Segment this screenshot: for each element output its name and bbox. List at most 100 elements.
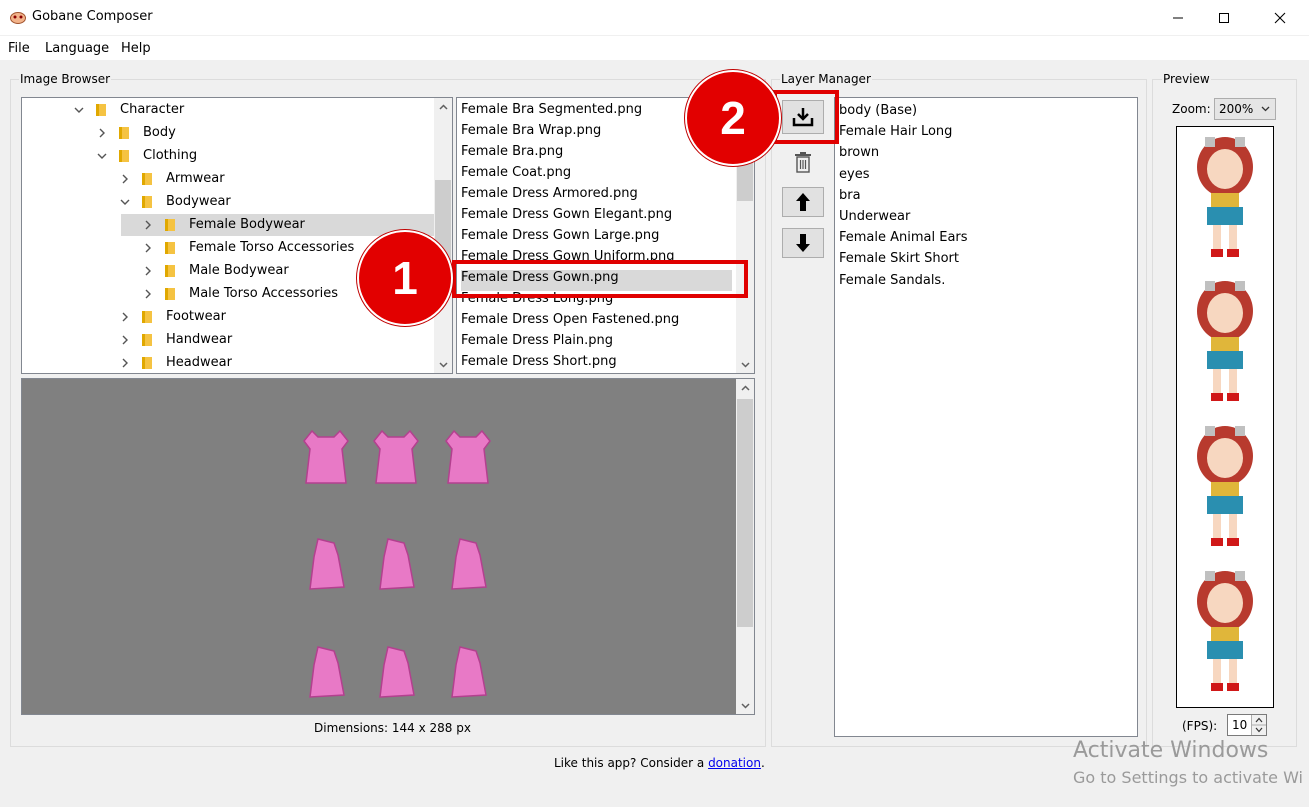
layer-list[interactable]: body (Base) Female Hair Long brown eyes bra U… [834,97,1138,737]
scroll-down-icon[interactable] [434,356,452,373]
folder-icon [165,242,175,254]
layer-list-item[interactable]: Female Skirt Short [839,251,959,266]
chevron-right-icon[interactable] [120,358,130,368]
chevron-right-icon[interactable] [120,335,130,345]
stepper-arrows-icon [1252,717,1266,733]
layer-list-item[interactable]: Female Hair Long [839,124,952,139]
tree-scrollbar[interactable] [434,98,452,373]
maximize-button[interactable] [1201,0,1247,35]
chevron-right-icon[interactable] [120,174,130,184]
chevron-right-icon[interactable] [143,266,153,276]
file-list-item[interactable]: Female Bra Segmented.png [461,102,642,123]
callout-highlight-2 [773,90,839,144]
chevron-right-icon[interactable] [143,243,153,253]
file-list-item[interactable]: Female Bra.png [461,144,563,165]
layer-list-item[interactable]: body (Base) [839,103,917,118]
move-layer-down-button[interactable] [782,228,824,258]
menu-help[interactable]: Help [121,41,151,56]
folder-icon [119,150,129,162]
callout-badge-1: 1 [357,230,453,326]
dress-sprite-frame [379,538,415,590]
minimize-button[interactable] [1155,0,1201,35]
tree-item[interactable]: Body [22,122,432,144]
scroll-up-icon[interactable] [736,379,754,396]
dress-sprite-frame [451,538,487,590]
tree-item-label: Footwear [166,309,226,324]
chevron-down-icon[interactable] [97,151,107,161]
delete-layer-button[interactable] [782,146,824,178]
file-list-item[interactable]: Female Bra Wrap.png [461,123,601,144]
fps-stepper[interactable] [1251,715,1266,735]
tree-item-label: Male Bodywear [189,263,289,278]
tree-item-label: Armwear [166,171,225,186]
donation-prompt: Like this app? Consider a [554,756,709,770]
close-button[interactable] [1257,0,1303,35]
zoom-label: Zoom: [1172,102,1211,116]
tree-item[interactable]: Bodywear [22,191,432,213]
file-list-item[interactable]: Female Dress Gown Large.png [461,228,659,249]
folder-icon [96,104,106,116]
chevron-right-icon[interactable] [120,312,130,322]
preview-scrollbar[interactable] [736,379,754,714]
chevron-right-icon[interactable] [143,289,153,299]
fps-label: (FPS): [1182,719,1218,733]
layer-list-item[interactable]: Underwear [839,209,910,224]
move-layer-up-button[interactable] [782,187,824,217]
preview-scroll-thumb[interactable] [737,399,753,627]
file-list-item[interactable]: Female Dress Open Fastened.png [461,312,679,333]
chevron-down-icon[interactable] [74,105,84,115]
menu-file[interactable]: File [8,41,30,56]
dress-sprite-frame [451,646,487,698]
character-pose [1197,281,1253,401]
title-bar: Gobane Composer [0,0,1309,35]
scroll-down-icon[interactable] [736,697,754,714]
file-list-item[interactable]: Female Dress Gown Elegant.png [461,207,672,228]
layer-list-item[interactable]: Female Animal Ears [839,230,968,245]
chevron-down-icon[interactable] [120,197,130,207]
zoom-select[interactable]: 200% [1214,98,1276,120]
tree-item-label: Handwear [166,332,233,347]
tree-item[interactable]: Armwear [22,168,432,190]
layer-list-item[interactable]: Female Sandals. [839,273,945,288]
donation-link[interactable]: donation [708,756,761,770]
callout-badge-2: 2 [685,70,781,166]
dimensions-text: Dimensions: 144 x 288 px [314,721,471,735]
chevron-right-icon[interactable] [97,128,107,138]
trash-icon [795,152,811,173]
folder-icon [119,127,129,139]
dress-sprite-frame [373,429,419,484]
layer-list-item[interactable]: bra [839,188,861,203]
arrow-down-icon [796,234,810,252]
folder-icon [142,173,152,185]
character-preview [1176,126,1274,708]
fps-spinbox[interactable]: 10 [1227,714,1267,736]
zoom-value: 200% [1219,102,1254,116]
tree-item-label: Headwear [166,355,232,370]
layer-list-item[interactable]: eyes [839,167,869,182]
chevron-right-icon[interactable] [143,220,153,230]
tree-item[interactable]: Character [22,99,432,121]
dress-sprite-frame [445,429,491,484]
folder-icon [142,196,152,208]
file-list-item[interactable]: Female Dress Short.png [461,354,617,373]
file-list-item[interactable]: Female Coat.png [461,165,571,186]
donation-text: Like this app? Consider a donation. [554,756,765,770]
character-pose [1197,571,1253,691]
tree-item[interactable]: Handwear [22,329,432,351]
chevron-down-icon [1261,106,1270,112]
scroll-up-icon[interactable] [434,98,452,115]
character-sprite-image [1197,137,1253,691]
folder-icon [165,219,175,231]
layer-list-item[interactable]: brown [839,145,879,160]
file-list-item[interactable]: Female Dress Armored.png [461,186,638,207]
folder-icon [142,311,152,323]
tree-item[interactable]: Headwear [22,352,432,373]
menu-language[interactable]: Language [45,41,109,56]
image-browser-label: Image Browser [19,72,112,86]
file-list-item[interactable]: Female Dress Plain.png [461,333,613,354]
tree-item[interactable]: Clothing [22,145,432,167]
preview-label: Preview [1162,72,1211,86]
menu-bar: File Language Help [0,36,1309,60]
scroll-down-icon[interactable] [736,356,754,373]
maximize-icon [1219,12,1229,23]
